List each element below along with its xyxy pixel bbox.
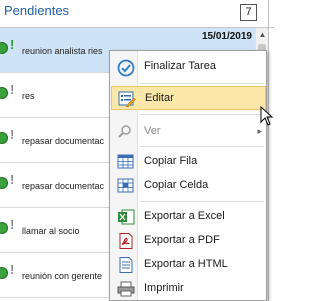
html-document-icon	[117, 257, 135, 273]
row-text: reunión con gerente	[22, 271, 103, 281]
menu-item-copiar-celda[interactable]: Copiar Celda	[111, 174, 266, 198]
menu-separator	[140, 146, 264, 147]
status-indicator-icon	[0, 42, 8, 54]
priority-high-icon: !	[10, 37, 15, 52]
status-indicator-icon	[0, 222, 8, 234]
menu-separator	[140, 201, 264, 202]
panel-title: Pendientes	[4, 3, 70, 18]
row-text: repasar documentac	[22, 181, 105, 191]
menu-item-label: Imprimir	[144, 282, 184, 294]
menu-item-copiar-fila[interactable]: Copiar Fila	[111, 150, 266, 174]
menu-item-label: Ver	[144, 125, 161, 137]
row-text: reunion analista ries	[22, 46, 103, 56]
menu-separator	[140, 114, 264, 115]
mouse-cursor-icon	[260, 106, 274, 126]
menu-item-exportar-html[interactable]: Exportar a HTML	[111, 253, 266, 277]
check-circle-icon	[117, 59, 135, 77]
excel-icon	[117, 209, 135, 225]
menu-item-exportar-excel[interactable]: Exportar a Excel	[111, 205, 266, 229]
panel-header: Pendientes 7	[0, 0, 274, 28]
edit-list-icon	[118, 91, 136, 108]
pdf-icon	[117, 233, 135, 249]
magnifier-icon	[117, 124, 135, 140]
menu-item-label: Exportar a PDF	[144, 234, 220, 246]
menu-item-imprimir[interactable]: Imprimir	[111, 277, 266, 301]
row-text: llamar al socio	[22, 226, 80, 236]
table-row-icon	[117, 154, 135, 170]
menu-item-editar[interactable]: Editar	[111, 86, 266, 110]
menu-separator	[140, 83, 264, 84]
priority-icon: !	[10, 172, 15, 187]
status-indicator-icon	[0, 132, 8, 144]
status-indicator-icon	[0, 87, 8, 99]
menu-item-finalizar-tarea[interactable]: Finalizar Tarea	[111, 55, 266, 79]
menu-item-label: Copiar Fila	[144, 155, 198, 167]
menu-item-label: Copiar Celda	[144, 179, 209, 191]
row-text: repasar documentac	[22, 136, 105, 146]
menu-item-label: Exportar a HTML	[144, 258, 228, 270]
priority-icon: !	[10, 82, 15, 97]
menu-item-exportar-pdf[interactable]: Exportar a PDF	[111, 229, 266, 253]
panel-border	[268, 0, 269, 301]
menu-item-label: Editar	[145, 92, 174, 104]
status-indicator-icon	[0, 177, 8, 189]
menu-item-label: Exportar a Excel	[144, 210, 225, 222]
table-cell-icon	[117, 178, 135, 194]
context-menu: Finalizar Tarea Editar Ver ▸ Copiar Fila…	[109, 50, 267, 301]
row-text: res	[22, 91, 35, 101]
menu-item-ver[interactable]: Ver ▸	[111, 120, 266, 144]
priority-icon: !	[10, 127, 15, 142]
row-date: 15/01/2019	[201, 31, 252, 42]
printer-icon	[117, 281, 135, 297]
priority-icon: !	[10, 262, 15, 277]
priority-icon: !	[10, 217, 15, 232]
menu-item-label: Finalizar Tarea	[144, 60, 216, 72]
status-indicator-icon	[0, 267, 8, 279]
pending-count-badge: 7	[240, 4, 257, 21]
